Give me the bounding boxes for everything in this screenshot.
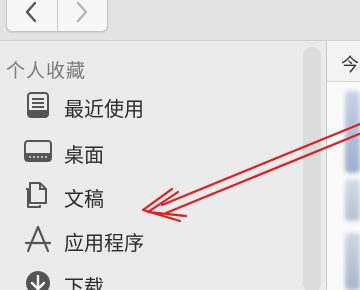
favorites-section-title: 个人收藏 [6,60,87,82]
sidebar: 个人收藏 最近使用 桌面 文稿 应用程序 下载 [0,41,326,290]
file-thumbnail[interactable] [345,233,360,290]
sidebar-item-label: 下载 [64,275,104,290]
sidebar-scrollbar[interactable] [303,47,321,290]
applications-icon [24,225,52,253]
sidebar-item-downloads[interactable]: 下载 [0,263,310,290]
downloads-icon [26,271,50,290]
toolbar [0,0,360,41]
sidebar-item-label: 应用程序 [64,231,144,255]
sidebar-item-label: 桌面 [64,143,104,167]
content-pane: 今 [327,41,360,290]
sidebar-item-label: 最近使用 [64,97,144,121]
recents-icon [27,92,49,118]
finder-window: 个人收藏 最近使用 桌面 文稿 应用程序 下载 今 [0,0,360,290]
sidebar-item-recents[interactable]: 最近使用 [0,85,310,125]
navigation-buttons [6,0,108,32]
sidebar-item-label: 文稿 [64,187,104,211]
sidebar-item-documents[interactable]: 文稿 [0,175,310,215]
chevron-right-icon [76,1,87,23]
desktop-icon [24,140,52,162]
content-header-text: 今 [341,55,359,76]
chevron-left-icon [25,1,37,23]
forward-button[interactable] [56,0,108,31]
sidebar-item-desktop[interactable]: 桌面 [0,131,310,171]
file-thumbnail[interactable] [345,91,360,173]
file-thumbnail[interactable] [345,179,360,221]
documents-icon [26,182,47,208]
content-column-header[interactable]: 今 [327,41,360,82]
back-button[interactable] [7,0,57,31]
sidebar-item-applications[interactable]: 应用程序 [0,219,310,259]
